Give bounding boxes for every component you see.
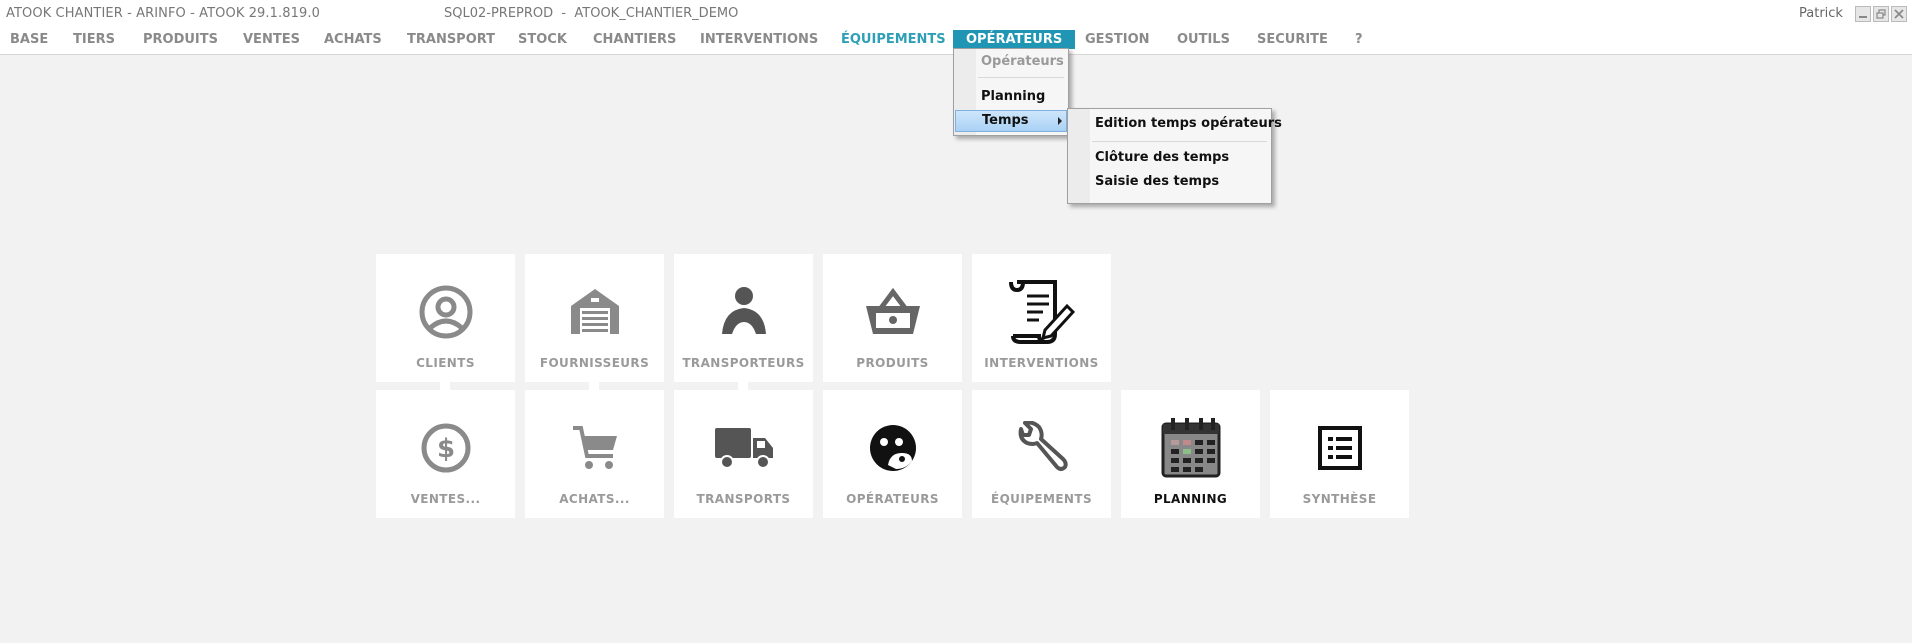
minimize-icon bbox=[1859, 16, 1867, 18]
menu-tiers[interactable]: TIERS bbox=[71, 30, 117, 49]
tile-connector bbox=[738, 382, 748, 390]
server-info: SQL02-PREPROD - ATOOK_CHANTIER_DEMO bbox=[444, 6, 739, 21]
tile-operateurs[interactable]: OPÉRATEURS bbox=[823, 390, 962, 518]
dropdown-item-operateurs: Opérateurs bbox=[981, 54, 1064, 69]
restore-icon bbox=[1876, 9, 1886, 19]
face-icon bbox=[869, 425, 916, 471]
menu-base[interactable]: BASE bbox=[8, 30, 50, 49]
menu-produits[interactable]: PRODUITS bbox=[141, 30, 220, 49]
menu-stock[interactable]: STOCK bbox=[516, 30, 569, 49]
menu-equipements[interactable]: ÉQUIPEMENTS bbox=[839, 30, 948, 49]
tile-connector bbox=[440, 382, 450, 390]
tile-label: OPÉRATEURS bbox=[846, 492, 939, 506]
tile-label: TRANSPORTS bbox=[696, 492, 791, 506]
tile-label: INTERVENTIONS bbox=[984, 356, 1099, 370]
menu-transport[interactable]: TRANSPORT bbox=[405, 30, 497, 49]
tile-label: TRANSPORTEURS bbox=[682, 356, 805, 370]
driver-icon bbox=[721, 287, 766, 334]
operateurs-dropdown: Opérateurs Planning Temps bbox=[953, 48, 1069, 136]
dollar-circle-icon: $ bbox=[421, 423, 470, 473]
tile-achats[interactable]: ACHATS... bbox=[525, 390, 664, 518]
menu-help[interactable]: ? bbox=[1353, 30, 1365, 49]
close-button[interactable] bbox=[1891, 6, 1907, 22]
menu-separator bbox=[1092, 141, 1267, 142]
tile-transports[interactable]: TRANSPORTS bbox=[674, 390, 813, 518]
tile-produits[interactable]: PRODUITS bbox=[823, 254, 962, 382]
maximize-button[interactable] bbox=[1873, 6, 1889, 22]
menu-gestion[interactable]: GESTION bbox=[1083, 30, 1152, 49]
tile-connector bbox=[589, 382, 599, 390]
basket-icon bbox=[865, 287, 920, 334]
menu-chantiers[interactable]: CHANTIERS bbox=[591, 30, 678, 49]
tile-label: ÉQUIPEMENTS bbox=[990, 492, 1092, 506]
svg-text:$: $ bbox=[436, 434, 454, 464]
garage-icon bbox=[570, 289, 619, 334]
calendar-icon bbox=[1161, 418, 1220, 478]
temps-submenu: Edition temps opérateurs Clôture des tem… bbox=[1067, 108, 1282, 204]
user-name[interactable]: Patrick bbox=[1799, 6, 1843, 21]
tile-label: SYNTHÈSE bbox=[1302, 492, 1377, 506]
menu-interventions[interactable]: INTERVENTIONS bbox=[698, 30, 820, 49]
menu-outils[interactable]: OUTILS bbox=[1175, 30, 1232, 49]
tile-label: PLANNING bbox=[1153, 492, 1228, 506]
cart-icon bbox=[572, 426, 617, 469]
truck-icon bbox=[714, 428, 773, 469]
tile-interventions[interactable]: INTERVENTIONS bbox=[972, 254, 1111, 382]
wrench-icon bbox=[1018, 421, 1068, 471]
tile-label: VENTES... bbox=[410, 492, 481, 506]
close-icon bbox=[1894, 9, 1904, 19]
dropdown-item-temps[interactable]: Temps bbox=[955, 110, 1067, 132]
menu-achats[interactable]: ACHATS bbox=[322, 30, 384, 49]
submenu-item-edition-temps[interactable]: Edition temps opérateurs bbox=[1095, 116, 1282, 131]
menu-gutter bbox=[1068, 109, 1090, 203]
minimize-button[interactable] bbox=[1855, 6, 1871, 22]
menu-ventes[interactable]: VENTES bbox=[241, 30, 302, 49]
tile-planning[interactable]: PLANNING bbox=[1121, 390, 1260, 518]
tile-label: PRODUITS bbox=[856, 356, 929, 370]
app-title: ATOOK CHANTIER - ARINFO - ATOOK 29.1.819… bbox=[6, 6, 320, 21]
tile-transporteurs[interactable]: TRANSPORTEURS bbox=[674, 254, 813, 382]
tile-clients[interactable]: CLIENTS bbox=[376, 254, 515, 382]
user-circle-icon bbox=[419, 285, 472, 339]
submenu-arrow-icon bbox=[1058, 117, 1062, 125]
tile-equipements[interactable]: ÉQUIPEMENTS bbox=[972, 390, 1111, 518]
title-bar: ATOOK CHANTIER - ARINFO - ATOOK 29.1.819… bbox=[0, 0, 1912, 28]
dropdown-item-label: Temps bbox=[982, 113, 1029, 128]
tile-ventes[interactable]: $ VENTES... bbox=[376, 390, 515, 518]
list-icon bbox=[1317, 426, 1362, 470]
menu-securite[interactable]: SECURITE bbox=[1255, 30, 1330, 49]
submenu-item-cloture-temps[interactable]: Clôture des temps bbox=[1095, 150, 1229, 165]
tile-label: CLIENTS bbox=[416, 356, 475, 370]
tile-label: ACHATS... bbox=[559, 492, 630, 506]
menu-operateurs[interactable]: OPÉRATEURS bbox=[953, 30, 1076, 49]
tile-synthese[interactable]: SYNTHÈSE bbox=[1270, 390, 1409, 518]
submenu-item-saisie-temps[interactable]: Saisie des temps bbox=[1095, 174, 1219, 189]
scroll-pen-icon bbox=[1008, 280, 1075, 344]
tile-label: FOURNISSEURS bbox=[539, 356, 650, 370]
tile-fournisseurs[interactable]: FOURNISSEURS bbox=[525, 254, 664, 382]
dropdown-item-planning[interactable]: Planning bbox=[981, 89, 1045, 104]
menu-separator bbox=[978, 77, 1064, 78]
